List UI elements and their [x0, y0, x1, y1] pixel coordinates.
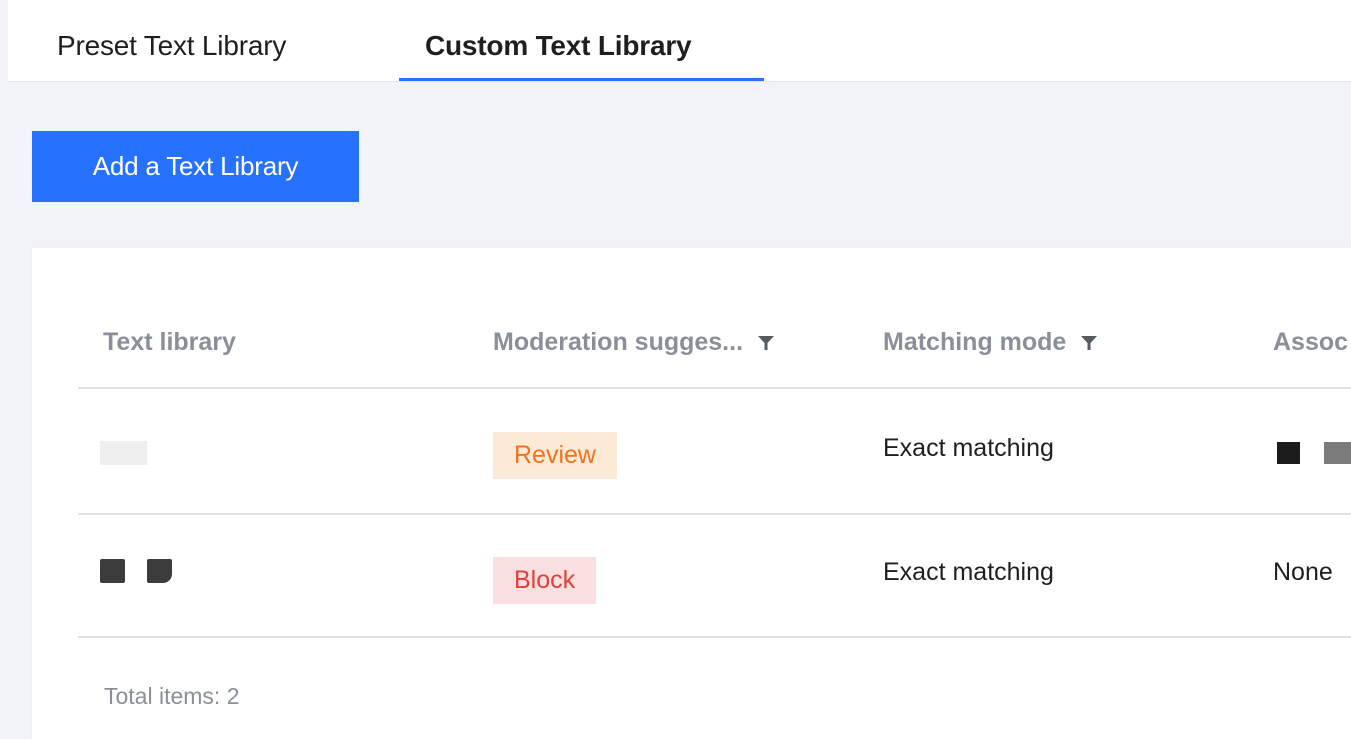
redacted-library-name	[100, 441, 147, 465]
redacted-library-name	[100, 559, 125, 583]
filter-icon[interactable]	[757, 334, 775, 352]
redacted-library-name	[147, 559, 172, 583]
active-tab-indicator	[399, 78, 764, 81]
column-header-matching-mode: Matching mode	[883, 328, 1098, 357]
header-divider	[78, 387, 1351, 389]
column-header-label: Matching mode	[883, 328, 1067, 356]
status-badge-review: Review	[493, 432, 617, 479]
tab-custom-text-library[interactable]: Custom Text Library	[425, 30, 692, 62]
matching-mode-cell: Exact matching	[883, 434, 1054, 462]
total-items: Total items: 2	[104, 683, 240, 709]
redacted-associated-value	[1277, 442, 1300, 464]
row-divider	[78, 513, 1351, 515]
text-library-table: Text library Moderation sugges... Matchi…	[32, 248, 1351, 739]
column-header-associated: Assoc	[1273, 328, 1348, 357]
filter-icon[interactable]	[1080, 334, 1098, 352]
status-badge-block: Block	[493, 557, 597, 604]
row-divider	[78, 636, 1351, 638]
add-text-library-button[interactable]: Add a Text Library	[32, 131, 359, 202]
column-header-label: Assoc	[1273, 328, 1349, 356]
redacted-associated-value	[1324, 442, 1351, 464]
tab-preset-text-library[interactable]: Preset Text Library	[57, 30, 286, 62]
matching-mode-cell: Exact matching	[883, 558, 1054, 586]
tab-bar: Preset Text Library Custom Text Library	[8, 0, 1351, 82]
column-header-label: Text library	[103, 328, 236, 356]
column-header-text-library: Text library	[103, 328, 236, 357]
column-header-label: Moderation sugges...	[493, 328, 744, 356]
associated-cell: None	[1273, 558, 1333, 586]
page: Preset Text Library Custom Text Library …	[0, 0, 1351, 739]
column-header-moderation-suggestion: Moderation sugges...	[493, 328, 775, 357]
